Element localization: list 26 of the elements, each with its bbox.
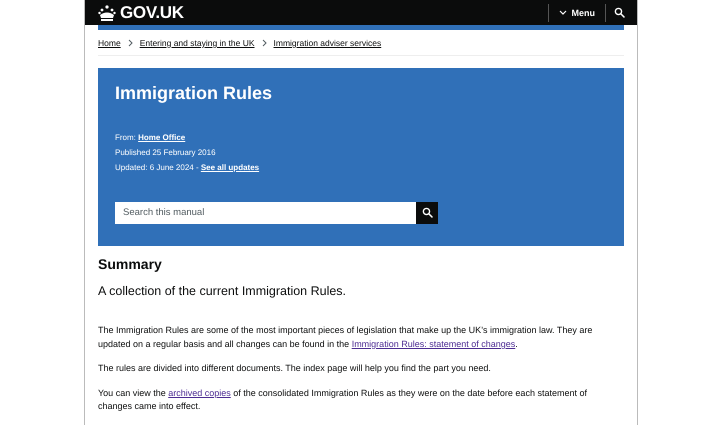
body-paragraph: You can view the archived copies of the consolidated Immigration Rules as they were on the date before each statement of changes came into effect. [98, 386, 588, 414]
site-logo[interactable]: GOV.UK [98, 2, 184, 23]
chevron-icon [262, 38, 267, 47]
inline-link[interactable]: archived copies [168, 388, 231, 398]
body-paragraph: The Immigration Rules are some of the most important pieces of legislation that make up the UK’s immigration law. They are updated on a regular basis and all changes can be found in the Immigration Rules: statement of changes. [98, 324, 594, 351]
chevron-icon [128, 38, 133, 47]
breadcrumb-link[interactable]: Home [98, 38, 121, 48]
search-icon [614, 7, 625, 18]
breadcrumb-link[interactable]: Entering and staying in the UK [140, 38, 255, 48]
inline-link[interactable]: Immigration Rules: statement of changes [352, 338, 516, 349]
body-paragraph: The rules are divided into different documents. The index page will help you find the part you need. [98, 362, 492, 376]
page-title: Immigration Rules [115, 82, 274, 104]
metadata-link[interactable]: See all updates [200, 162, 260, 172]
metadata-line: Published 25 February 2016 [115, 146, 217, 159]
breadcrumb-link[interactable]: Immigration adviser services [274, 38, 382, 48]
metadata-link[interactable]: Home Office [138, 132, 186, 142]
search-icon [422, 207, 432, 218]
metadata-line: Updated: 6 June 2024 - See all updates [115, 162, 260, 174]
metadata-line: From: Home Office [115, 132, 186, 144]
lead-paragraph: A collection of the current Immigration Rules. [98, 284, 348, 298]
menu-button[interactable]: Menu [548, 8, 605, 18]
search-field[interactable]: Search this manual [115, 202, 416, 224]
chevron-icon [558, 10, 566, 16]
crown-icon [98, 4, 116, 21]
search-button[interactable] [416, 202, 438, 224]
section-heading: Summary [98, 256, 163, 272]
